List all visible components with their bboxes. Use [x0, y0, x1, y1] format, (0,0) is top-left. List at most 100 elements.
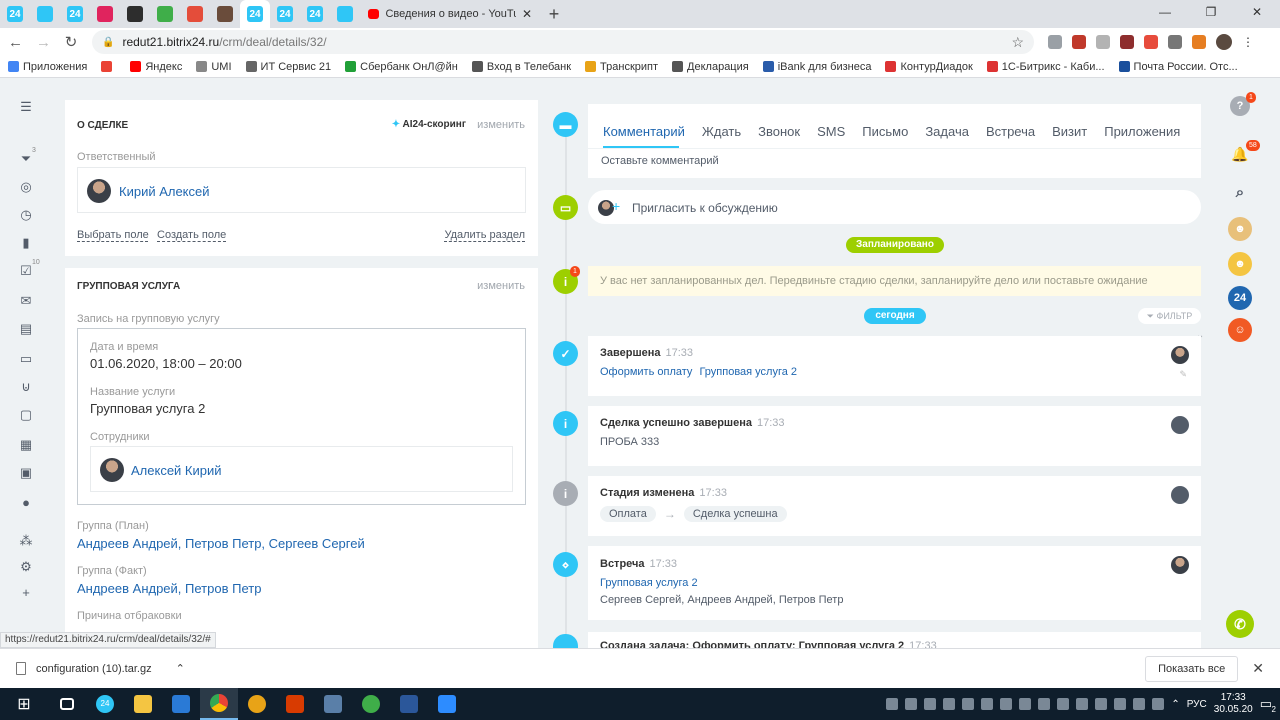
app-icon[interactable]	[314, 688, 352, 720]
extension-icon[interactable]	[1096, 35, 1110, 49]
responsible-name[interactable]: Кирий Алексей	[119, 184, 210, 199]
edit-deal-link[interactable]: изменить	[477, 119, 525, 131]
tray-icon[interactable]	[1095, 698, 1108, 710]
bookmark-item[interactable]: Приложения	[8, 61, 87, 73]
tray-icon[interactable]	[905, 698, 918, 710]
task-link[interactable]: Оформить оплату	[600, 366, 692, 378]
chart-icon[interactable]: ▮	[19, 236, 33, 250]
browser-tab[interactable]: 24	[60, 0, 90, 28]
tray-icon[interactable]	[1152, 698, 1165, 710]
filter-icon[interactable]: ⏷ 3	[19, 147, 36, 166]
comment-input[interactable]: Оставьте комментарий	[601, 155, 719, 167]
bookmark-star-icon[interactable]: ☆	[1011, 34, 1024, 51]
apps-icon[interactable]: ▦	[19, 438, 33, 452]
chat-icon[interactable]: ▭	[19, 352, 33, 366]
url-field[interactable]: 🔒 redut21.bitrix24.ru/crm/deal/details/3…	[92, 30, 1034, 54]
maximize-button[interactable]: ❐	[1188, 0, 1234, 28]
check-circle-icon[interactable]: ●	[19, 496, 33, 510]
edit-group-service-link[interactable]: изменить	[477, 280, 525, 292]
extension-icon[interactable]	[1144, 35, 1158, 49]
phone-icon[interactable]: ✆	[1226, 610, 1254, 638]
bookmark-item[interactable]: 1С-Битрикс - Каби...	[986, 61, 1105, 73]
add-icon[interactable]: +	[19, 586, 33, 600]
pin-icon[interactable]: ✎	[1179, 369, 1187, 380]
bookmark-item[interactable]: КонтурДиадок	[885, 61, 973, 73]
service-link[interactable]: Групповая услуга 2	[600, 577, 698, 589]
contact-avatar[interactable]: ☻	[1228, 217, 1252, 241]
tray-icon[interactable]	[1114, 698, 1127, 710]
zoom-icon[interactable]	[428, 688, 466, 720]
bitrix24-app-icon[interactable]: 24	[86, 688, 124, 720]
delete-section-link[interactable]: Удалить раздел	[444, 229, 525, 241]
app-icon[interactable]	[238, 688, 276, 720]
show-all-button[interactable]: Показать все	[1145, 655, 1239, 682]
tray-icon[interactable]	[1038, 698, 1051, 710]
close-download-bar-icon[interactable]: ✕	[1252, 660, 1264, 677]
new-tab-button[interactable]: +	[540, 0, 568, 28]
extension-icon[interactable]	[1072, 35, 1086, 49]
composer-tab[interactable]: Письмо	[862, 124, 908, 139]
reload-icon[interactable]: ↻	[64, 33, 78, 51]
bookmark-item[interactable]: Почта России. Отс...	[1118, 61, 1238, 73]
office-icon[interactable]	[276, 688, 314, 720]
bitrix24-icon[interactable]: 24	[1228, 286, 1252, 310]
extension-icon[interactable]	[1168, 35, 1182, 49]
staff-name[interactable]: Алексей Кирий	[131, 463, 222, 478]
tray-icon[interactable]	[924, 698, 937, 710]
target-icon[interactable]: ◎	[19, 180, 33, 194]
tray-icon[interactable]	[1000, 698, 1013, 710]
bookmark-item[interactable]	[101, 61, 116, 72]
bookmark-item[interactable]: Вход в Телебанк	[471, 61, 571, 73]
bookmark-item[interactable]: Яндекс	[130, 61, 182, 73]
ai-scoring-link[interactable]: ✦ AI24-скоринг	[392, 119, 466, 130]
app-icon[interactable]	[352, 688, 390, 720]
bookmark-item[interactable]: UMI	[196, 61, 232, 73]
composer-tab[interactable]: Звонок	[758, 124, 800, 139]
tray-icon[interactable]	[1019, 698, 1032, 710]
extension-icon[interactable]	[1048, 35, 1062, 49]
tray-icon[interactable]	[1133, 698, 1146, 710]
bookmark-item[interactable]: iBank для бизнеса	[762, 61, 871, 73]
browser-tab-youtube[interactable]: Сведения о видео - YouTube St ✕	[360, 0, 540, 28]
bookmark-item[interactable]: Транскрипт	[585, 61, 658, 73]
clock-icon[interactable]: ◷	[19, 208, 33, 222]
composer-tab[interactable]: Визит	[1052, 124, 1087, 139]
tray-icon[interactable]	[981, 698, 994, 710]
tray-icon[interactable]	[943, 698, 956, 710]
tray-icon[interactable]	[886, 698, 899, 710]
select-field-link[interactable]: Выбрать поле	[77, 229, 149, 241]
folder-icon[interactable]: ▢	[19, 408, 33, 422]
back-icon[interactable]: ←	[8, 34, 23, 51]
contact-avatar[interactable]: ☺	[1228, 318, 1252, 342]
tray-icon[interactable]	[1057, 698, 1070, 710]
tasks-icon[interactable]: ☑ 10	[19, 259, 40, 278]
tray-icon[interactable]	[962, 698, 975, 710]
drive-icon[interactable]: ▤	[19, 322, 33, 336]
notifications-icon[interactable]: ▭ 2	[1260, 696, 1276, 714]
extension-icon[interactable]	[1192, 35, 1206, 49]
mail-icon[interactable]: ✉	[19, 294, 33, 308]
task-view-icon[interactable]	[48, 688, 86, 720]
windows-start-icon[interactable]: ⊞	[0, 694, 48, 714]
download-item[interactable]: configuration (10).tar.gz ⌃	[16, 662, 185, 675]
composer-tab[interactable]: Комментарий	[603, 124, 685, 139]
bookmark-item[interactable]: Сбербанк ОнЛ@йн	[345, 61, 458, 73]
composer-tab[interactable]: Встреча	[986, 124, 1035, 139]
bookmark-item[interactable]: ИТ Сервис 21	[245, 61, 331, 73]
browser-menu-icon[interactable]: ⋮	[1242, 35, 1254, 49]
extension-icon[interactable]	[1120, 35, 1134, 49]
browser-tab[interactable]	[120, 0, 150, 28]
browser-tab[interactable]	[150, 0, 180, 28]
composer-tab[interactable]: SMS	[817, 124, 845, 139]
tray-icon[interactable]	[1076, 698, 1089, 710]
cart-icon[interactable]: ⊍	[19, 380, 33, 394]
browser-tab[interactable]	[330, 0, 360, 28]
plan-value[interactable]: Андреев Андрей, Петров Петр, Сергеев Сер…	[77, 536, 365, 551]
chevron-up-icon[interactable]: ⌃	[176, 662, 185, 675]
fact-value[interactable]: Андреев Андрей, Петров Петр	[77, 581, 261, 596]
chrome-icon[interactable]	[200, 688, 238, 720]
filter-button[interactable]: ⏷ ФИЛЬТР	[1138, 308, 1201, 324]
outlook-icon[interactable]	[162, 688, 200, 720]
forward-icon[interactable]: →	[36, 34, 51, 51]
composer-tab[interactable]: Задача	[925, 124, 969, 139]
